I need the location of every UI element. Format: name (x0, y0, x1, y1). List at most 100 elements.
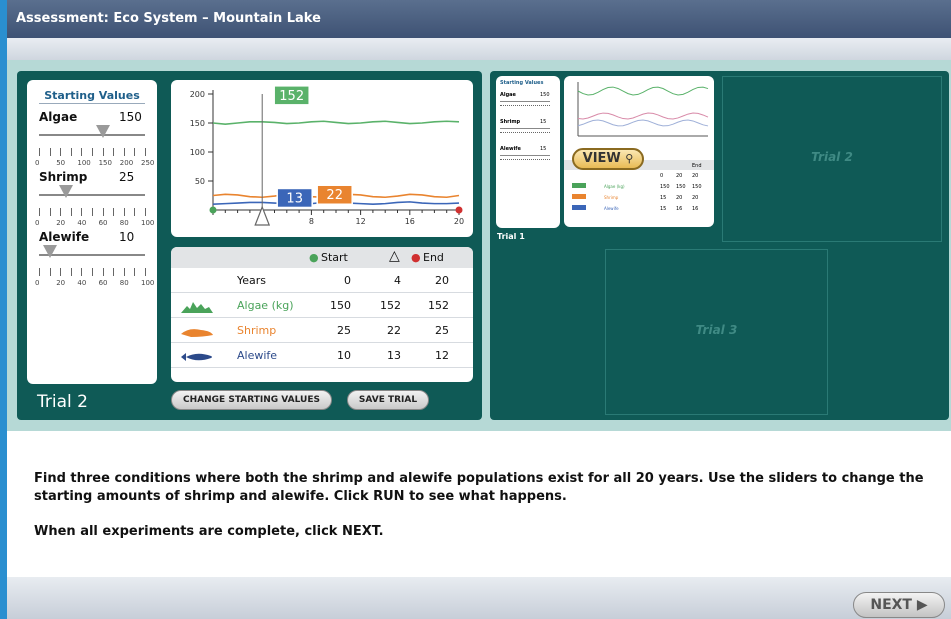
slider-1-thumb[interactable] (58, 185, 73, 198)
shrimp-marker-label: 22 (326, 188, 343, 203)
tick-mark (92, 148, 93, 156)
marker-triangle-icon: △ (389, 248, 400, 264)
tick-mark (102, 208, 104, 216)
toolbar-strip (7, 38, 951, 60)
x-tick-label: 12 (356, 217, 366, 226)
tick-mark (49, 208, 51, 216)
tick-mark (123, 268, 125, 276)
thumb-slider-value: 15 (540, 146, 547, 152)
algae-shape (181, 302, 213, 313)
title-text: Assessment: Eco System – Mountain Lake (16, 11, 321, 26)
start-header: Start (321, 251, 348, 264)
thumb-species-name: Alewife (604, 206, 619, 211)
tick-number: 100 (141, 219, 155, 227)
results-table: ● Start △ ● End Years 0 4 20 Algae (kg) 1… (171, 247, 473, 382)
thumb-starting-values: Starting Values Algae 150 Shrimp 15 Alewife 1… (496, 76, 560, 228)
tick-mark (134, 148, 136, 156)
thumb-species-icon (572, 194, 586, 199)
tick-mark (145, 208, 146, 216)
slider-0-track[interactable] (39, 134, 145, 136)
x-tick-label: 8 (309, 217, 314, 226)
tick-mark (49, 268, 51, 276)
change-starting-values-button[interactable]: CHANGE STARTING VALUES (171, 390, 332, 410)
tick-mark (60, 208, 62, 216)
tick-number: 20 (56, 279, 66, 287)
y-tick-label: 150 (190, 119, 205, 128)
slider-2-value: 10 (119, 230, 135, 244)
thumb-slider-track (500, 128, 550, 129)
slider-1-track[interactable] (39, 194, 145, 196)
slider-2-numbers: 0 20 40 60 80 100 (35, 279, 154, 289)
tick-mark (123, 148, 125, 156)
thumb-value: 150 (660, 184, 670, 190)
tick-mark (81, 208, 83, 216)
end-header: End (423, 251, 444, 264)
thumb-slider-track (500, 155, 550, 156)
value-cell: 152 (428, 299, 449, 312)
tick-mark (39, 148, 40, 156)
saved-trials-panel: Starting Values Algae 150 Shrimp 15 Alewife 1… (490, 71, 949, 420)
slider-2-thumb[interactable] (42, 245, 57, 258)
magnifier-icon: ⚲ (625, 152, 634, 165)
thumb-slider-track (500, 101, 550, 102)
thumb-species-name: Shrimp (604, 195, 619, 200)
slider-0-numbers: 0 50 100 150 200 250 (35, 159, 154, 169)
tick-number: 20 (56, 219, 66, 227)
value-cell: 12 (435, 349, 449, 362)
thumb-slider-ticks (500, 132, 550, 136)
tick-number: 0 (35, 159, 40, 167)
tick-mark (134, 268, 136, 276)
trial1-label: Trial 1 (497, 232, 525, 241)
view-button[interactable]: VIEW ⚲ (572, 148, 644, 170)
tick-number: 150 (98, 159, 112, 167)
tick-mark (49, 148, 51, 156)
save-trial-button[interactable]: SAVE TRIAL (347, 390, 429, 410)
thumb-slider-label: Algae (500, 92, 516, 98)
y-tick-label: 50 (195, 177, 205, 186)
tick-number: 0 (35, 219, 40, 227)
slider-1-numbers: 0 20 40 60 80 100 (35, 219, 154, 229)
tick-mark (102, 148, 104, 156)
slider-1-label: Shrimp (39, 170, 88, 184)
algae-icon (179, 299, 215, 313)
thumb-end-label: End (692, 163, 702, 169)
years-label: Years (237, 274, 267, 287)
thumb-series-0 (577, 86, 709, 96)
series-line-0 (212, 120, 460, 125)
tick-mark (70, 268, 72, 276)
tick-mark (113, 268, 115, 276)
value-cell: 152 (380, 299, 401, 312)
trial2-slot[interactable]: Trial 2 (722, 76, 942, 242)
tick-mark (81, 148, 83, 156)
tick-number: 50 (56, 159, 66, 167)
title-underline (39, 103, 145, 104)
tick-mark (39, 268, 40, 276)
slider-0-ticks (39, 148, 146, 156)
play-arrow-icon: ▶ (916, 597, 928, 613)
instructions-next-text: When all experiments are complete, click… (34, 524, 384, 539)
thumb-slider-ticks (500, 105, 550, 109)
tick-number: 80 (119, 279, 129, 287)
window-title: Assessment: Eco System – Mountain Lake (7, 0, 951, 38)
slider-2-label: Alewife (39, 230, 90, 244)
end-dot (455, 206, 463, 214)
slider-1-ticks (39, 208, 146, 216)
thumb-slider-ticks (500, 159, 550, 163)
slider-0-thumb[interactable] (95, 125, 110, 138)
starting-values-title: Starting Values (44, 89, 140, 102)
thumb-value: 150 (692, 184, 702, 190)
trial3-slot[interactable]: Trial 3 (605, 249, 828, 415)
y-tick-label: 200 (190, 90, 205, 99)
thumb-year: 20 (676, 173, 682, 179)
slider-2-ticks (39, 268, 146, 276)
species-name: Algae (kg) (237, 299, 294, 312)
tick-number: 40 (77, 279, 87, 287)
fish-shape (181, 353, 212, 361)
tick-number: 60 (98, 279, 108, 287)
tick-mark (102, 268, 104, 276)
next-button[interactable]: NEXT ▶ (853, 592, 945, 618)
table-header: ● Start △ ● End (171, 247, 473, 268)
thumb-series-1 (577, 112, 709, 120)
thumb-year: 20 (692, 173, 698, 179)
value-cell: 22 (387, 324, 401, 337)
